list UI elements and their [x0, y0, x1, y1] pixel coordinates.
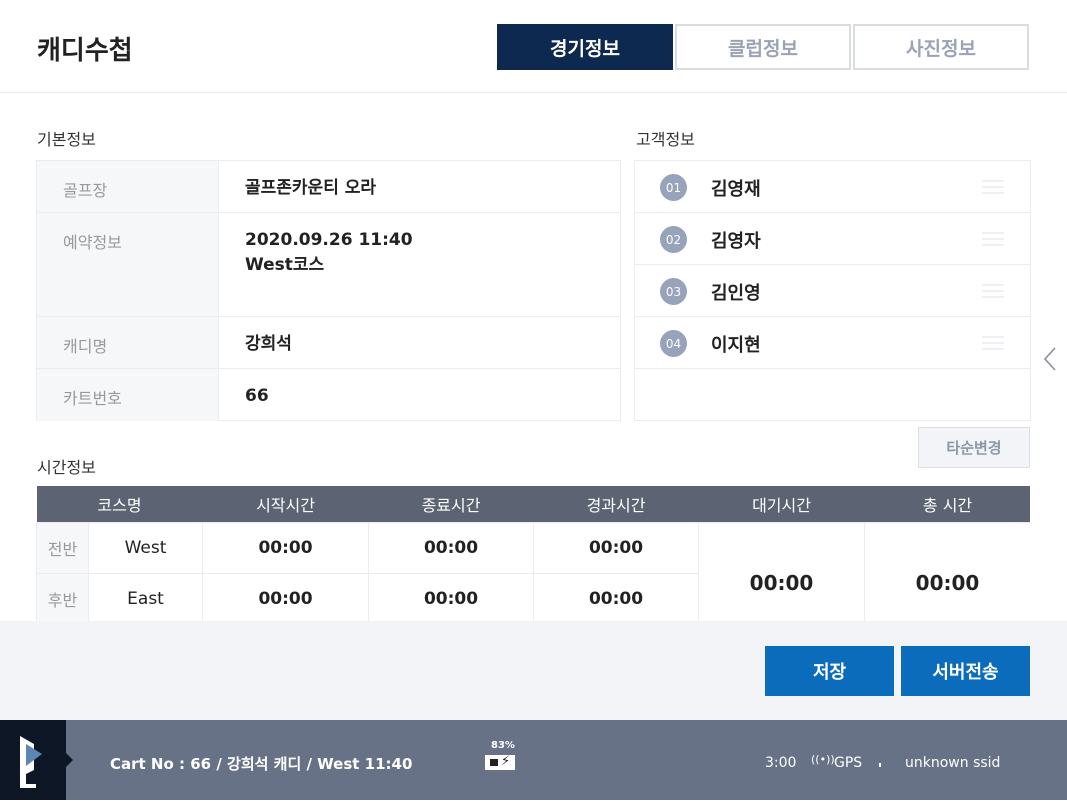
value: 2020.09.26 11:40 West코스	[245, 228, 413, 278]
value: 강희석	[245, 334, 292, 354]
gps-signal-icon: ((•))	[811, 753, 835, 766]
reservation-datetime: 2020.09.26 11:40	[245, 230, 413, 250]
row-caddy: 캐디명 강희석	[37, 317, 620, 369]
page-title: 캐디수첩	[37, 36, 133, 66]
order-badge: 02	[660, 226, 687, 253]
separator	[879, 763, 881, 767]
reservation-course: West코스	[245, 255, 325, 275]
customer-name: 김영재	[711, 179, 761, 200]
logo	[0, 720, 66, 800]
row-golf-course: 골프장 골프존카운티 오라	[37, 161, 620, 213]
order-badge: 04	[660, 330, 687, 357]
label: 골프장	[37, 161, 219, 212]
header-course: 코스명	[36, 486, 203, 522]
list-item[interactable]: 01 김영재	[635, 161, 1030, 213]
chevron-left-icon[interactable]	[1042, 346, 1058, 372]
customer-list: 01 김영재 02 김영자 03 김인영 04 이지현	[634, 160, 1031, 421]
header: 캐디수첩 경기정보 클럽정보 사진정보	[0, 0, 1067, 93]
drag-handle-icon[interactable]	[982, 284, 1004, 298]
half-label: 후반	[36, 572, 89, 621]
wait-time: 00:00	[698, 521, 866, 621]
drag-handle-icon[interactable]	[982, 180, 1004, 194]
table-row: 전반 West 00:00 00:00 00:00 00:00 00:00	[36, 521, 1030, 621]
logo-icon	[20, 736, 42, 788]
label: 카트번호	[37, 369, 219, 421]
time-table-wrap: 코스명 시작시간 종료시간 경과시간 대기시간 총 시간 전반 West 00:…	[36, 486, 1030, 621]
status-bar: Cart No : 66 / 강희석 캐디 / West 11:40 83% ⚡…	[0, 720, 1067, 800]
basic-info-table: 골프장 골프존카운티 오라 예약정보 2020.09.26 11:40 West코스 …	[36, 160, 621, 421]
row-cart: 카트번호 66	[37, 369, 620, 421]
course-name: East	[87, 572, 204, 621]
header-elapsed: 경과시간	[533, 486, 699, 522]
time-table: 코스명 시작시간 종료시간 경과시간 대기시간 총 시간 전반 West 00:…	[36, 486, 1030, 621]
start-time[interactable]: 00:00	[202, 572, 370, 621]
half-label: 전반	[36, 521, 89, 574]
end-time[interactable]: 00:00	[368, 572, 535, 621]
elapsed-time: 00:00	[533, 521, 700, 574]
order-badge: 03	[660, 278, 687, 305]
start-time[interactable]: 00:00	[202, 521, 370, 574]
header-total: 총 시간	[864, 486, 1030, 522]
send-to-server-button[interactable]: 서버전송	[901, 646, 1030, 696]
list-item[interactable]: 03 김인영	[635, 265, 1030, 317]
end-time[interactable]: 00:00	[368, 521, 535, 574]
cart-info: Cart No : 66 / 강희석 캐디 / West 11:40	[110, 755, 413, 773]
course-name: West	[87, 521, 204, 574]
customer-info-title: 고객정보	[636, 130, 695, 149]
clock: 3:00	[765, 755, 797, 771]
logo-arrow	[66, 753, 73, 767]
save-button[interactable]: 저장	[765, 646, 894, 696]
customer-name: 이지현	[711, 335, 761, 356]
tab-photo-info[interactable]: 사진정보	[853, 24, 1029, 70]
battery-percent: 83%	[491, 740, 515, 751]
elapsed-time: 00:00	[533, 572, 700, 621]
drag-handle-icon[interactable]	[982, 336, 1004, 350]
label: 예약정보	[37, 213, 219, 316]
total-time: 00:00	[864, 521, 1030, 621]
value: 골프존카운티 오라	[245, 178, 377, 198]
tab-game-info[interactable]: 경기정보	[497, 24, 673, 70]
gps-label: GPS	[834, 755, 863, 771]
time-info-title: 시간정보	[37, 458, 96, 477]
row-reservation: 예약정보 2020.09.26 11:40 West코스	[37, 213, 620, 317]
order-badge: 01	[660, 174, 687, 201]
wifi-ssid: unknown ssid	[905, 755, 1001, 771]
list-item[interactable]: 02 김영자	[635, 213, 1030, 265]
battery-icon: ⚡	[485, 754, 515, 770]
drag-handle-icon[interactable]	[982, 232, 1004, 246]
label: 캐디명	[37, 317, 219, 368]
header-end: 종료시간	[368, 486, 534, 522]
value: 66	[245, 386, 269, 406]
tab-club-info[interactable]: 클럽정보	[675, 24, 851, 70]
customer-name: 김영자	[711, 231, 761, 252]
reorder-button[interactable]: 타순변경	[918, 427, 1030, 468]
header-start: 시작시간	[202, 486, 369, 522]
customer-name: 김인영	[711, 283, 761, 304]
header-wait: 대기시간	[698, 486, 865, 522]
list-item[interactable]: 04 이지현	[635, 317, 1030, 369]
basic-info-title: 기본정보	[37, 130, 96, 149]
